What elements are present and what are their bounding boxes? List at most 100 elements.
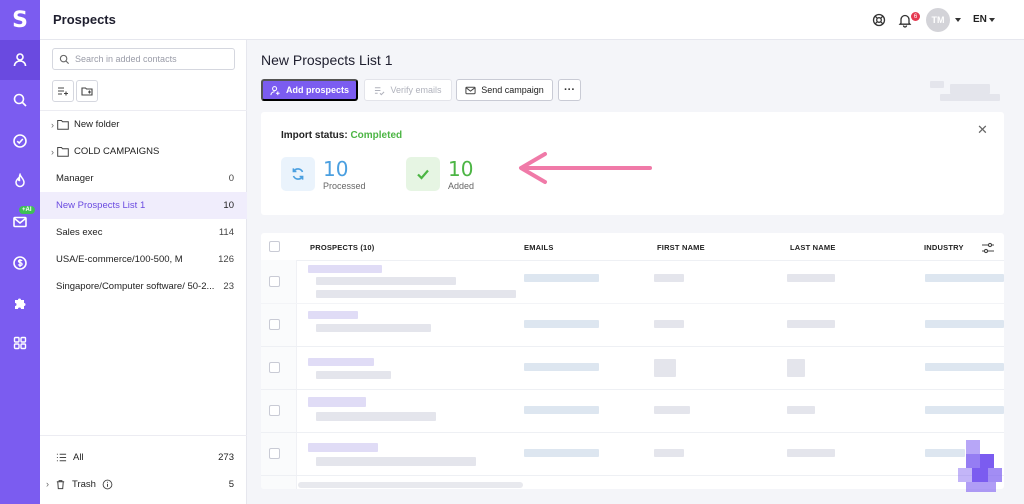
- added-stat-icon: [406, 157, 440, 191]
- row-checkbox[interactable]: [269, 362, 280, 373]
- add-list-button[interactable]: [52, 80, 74, 102]
- blurred-cell: [654, 320, 684, 328]
- row-checkbox[interactable]: [269, 448, 280, 459]
- list-label: Sales exec: [56, 227, 103, 238]
- list-label: New Prospects List 1: [56, 200, 146, 211]
- close-icon[interactable]: ✕: [977, 122, 988, 138]
- blurred-cell[interactable]: [308, 397, 366, 407]
- blurred-cell[interactable]: [308, 358, 374, 366]
- trash-icon: [56, 479, 65, 489]
- folder-add-icon: [81, 87, 93, 96]
- import-status-label: Import status:: [281, 130, 348, 141]
- folder-item[interactable]: › COLD CAMPAIGNS: [40, 138, 247, 165]
- row-separator: [261, 346, 1004, 347]
- rail-apps[interactable]: [0, 323, 40, 363]
- all-lists-item[interactable]: All 273: [40, 445, 247, 469]
- rail-hot[interactable]: [0, 161, 40, 201]
- add-prospects-label: Add prospects: [285, 85, 349, 95]
- row-separator: [261, 260, 1004, 261]
- verify-emails-button[interactable]: Verify emails: [364, 79, 452, 101]
- select-all-checkbox[interactable]: [269, 241, 280, 252]
- list-item[interactable]: USA/E-commerce/100-500, M 126: [40, 246, 247, 273]
- rail-tasks[interactable]: [0, 121, 40, 161]
- list-item[interactable]: Manager 0: [40, 165, 247, 192]
- puzzle-icon: [15, 298, 26, 309]
- column-settings-icon[interactable]: [981, 241, 995, 255]
- blurred-cell: [316, 277, 456, 285]
- blurred-cell[interactable]: [308, 265, 382, 273]
- column-header[interactable]: EMAILS: [524, 243, 554, 252]
- app-logo[interactable]: S: [0, 0, 40, 40]
- list-item[interactable]: Singapore/Computer software/ 50-2... 23: [40, 273, 247, 300]
- blurred-cell: [654, 359, 676, 377]
- info-icon[interactable]: [102, 479, 113, 490]
- chevron-right-icon[interactable]: ›: [40, 147, 54, 157]
- processed-stat-icon: [281, 157, 315, 191]
- rail-prospects[interactable]: [0, 40, 40, 80]
- import-status-value: Completed: [350, 130, 403, 141]
- search-icon: [59, 54, 70, 64]
- list-count: 0: [228, 173, 234, 184]
- chevron-down-icon[interactable]: [955, 18, 961, 22]
- search-icon: [13, 93, 27, 107]
- chevron-right-icon[interactable]: ›: [46, 479, 49, 489]
- prospects-table: PROSPECTS (10) EMAILS FIRST NAME LAST NA…: [261, 233, 1004, 489]
- blurred-cell: [316, 290, 516, 298]
- search-input[interactable]: [75, 54, 225, 64]
- chevron-down-icon[interactable]: [989, 18, 995, 22]
- rail-integrations[interactable]: [0, 283, 40, 323]
- send-campaign-button[interactable]: Send campaign: [456, 79, 553, 101]
- row-checkbox[interactable]: [269, 319, 280, 330]
- more-actions-button[interactable]: ···: [558, 79, 581, 101]
- all-label: All: [73, 451, 84, 463]
- language-selector[interactable]: EN: [973, 14, 987, 25]
- blurred-cell: [524, 363, 599, 371]
- blurred-cell: [316, 457, 476, 466]
- add-folder-button[interactable]: [76, 80, 98, 102]
- mail-icon: [13, 216, 27, 228]
- rail-deals[interactable]: [0, 243, 40, 283]
- row-checkbox[interactable]: [269, 276, 280, 287]
- horizontal-scrollbar[interactable]: [298, 482, 523, 488]
- row-checkbox[interactable]: [269, 405, 280, 416]
- list-count: 23: [223, 281, 234, 292]
- list-check-icon: [375, 86, 385, 95]
- folder-icon: [57, 147, 69, 157]
- folder-item[interactable]: › New folder: [40, 111, 247, 138]
- trash-item[interactable]: › Trash 5: [40, 472, 247, 496]
- trash-count: 5: [228, 478, 234, 490]
- column-header[interactable]: LAST NAME: [790, 243, 836, 252]
- blurred-cell: [524, 406, 599, 414]
- help-lifebuoy-icon[interactable]: [871, 12, 887, 28]
- divider: [40, 435, 247, 436]
- search-box[interactable]: [52, 48, 235, 70]
- chat-widget-logo[interactable]: [958, 440, 1004, 492]
- list-title: New Prospects List 1: [261, 52, 393, 68]
- rail-search[interactable]: [0, 80, 40, 120]
- folder-label: COLD CAMPAIGNS: [74, 146, 160, 157]
- blurred-content: [930, 81, 944, 88]
- blurred-cell: [654, 406, 690, 414]
- column-header[interactable]: INDUSTRY: [924, 243, 964, 252]
- add-user-icon: [270, 85, 280, 95]
- list-label: Singapore/Computer software/ 50-2...: [56, 281, 215, 292]
- lists-panel: › New folder › COLD CAMPAIGNS Manager 0 …: [40, 40, 247, 504]
- mail-icon: [465, 86, 476, 94]
- blurred-cell: [654, 274, 684, 282]
- row-separator: [261, 432, 1004, 433]
- user-icon: [13, 53, 27, 67]
- blurred-cell: [316, 371, 391, 379]
- list-item-active[interactable]: New Prospects List 1 10: [40, 192, 247, 219]
- dollar-icon: [13, 256, 27, 270]
- blurred-cell[interactable]: [308, 311, 358, 319]
- folder-label: New folder: [74, 119, 120, 130]
- chevron-right-icon[interactable]: ›: [40, 120, 54, 130]
- list-item[interactable]: Sales exec 114: [40, 219, 247, 246]
- blurred-cell[interactable]: [308, 443, 378, 452]
- add-prospects-button[interactable]: Add prospects: [261, 79, 358, 101]
- column-header[interactable]: FIRST NAME: [657, 243, 705, 252]
- blurred-cell: [654, 449, 684, 457]
- column-header[interactable]: PROSPECTS (10): [310, 243, 374, 252]
- trash-label: Trash: [72, 478, 96, 490]
- avatar[interactable]: TM: [926, 8, 950, 32]
